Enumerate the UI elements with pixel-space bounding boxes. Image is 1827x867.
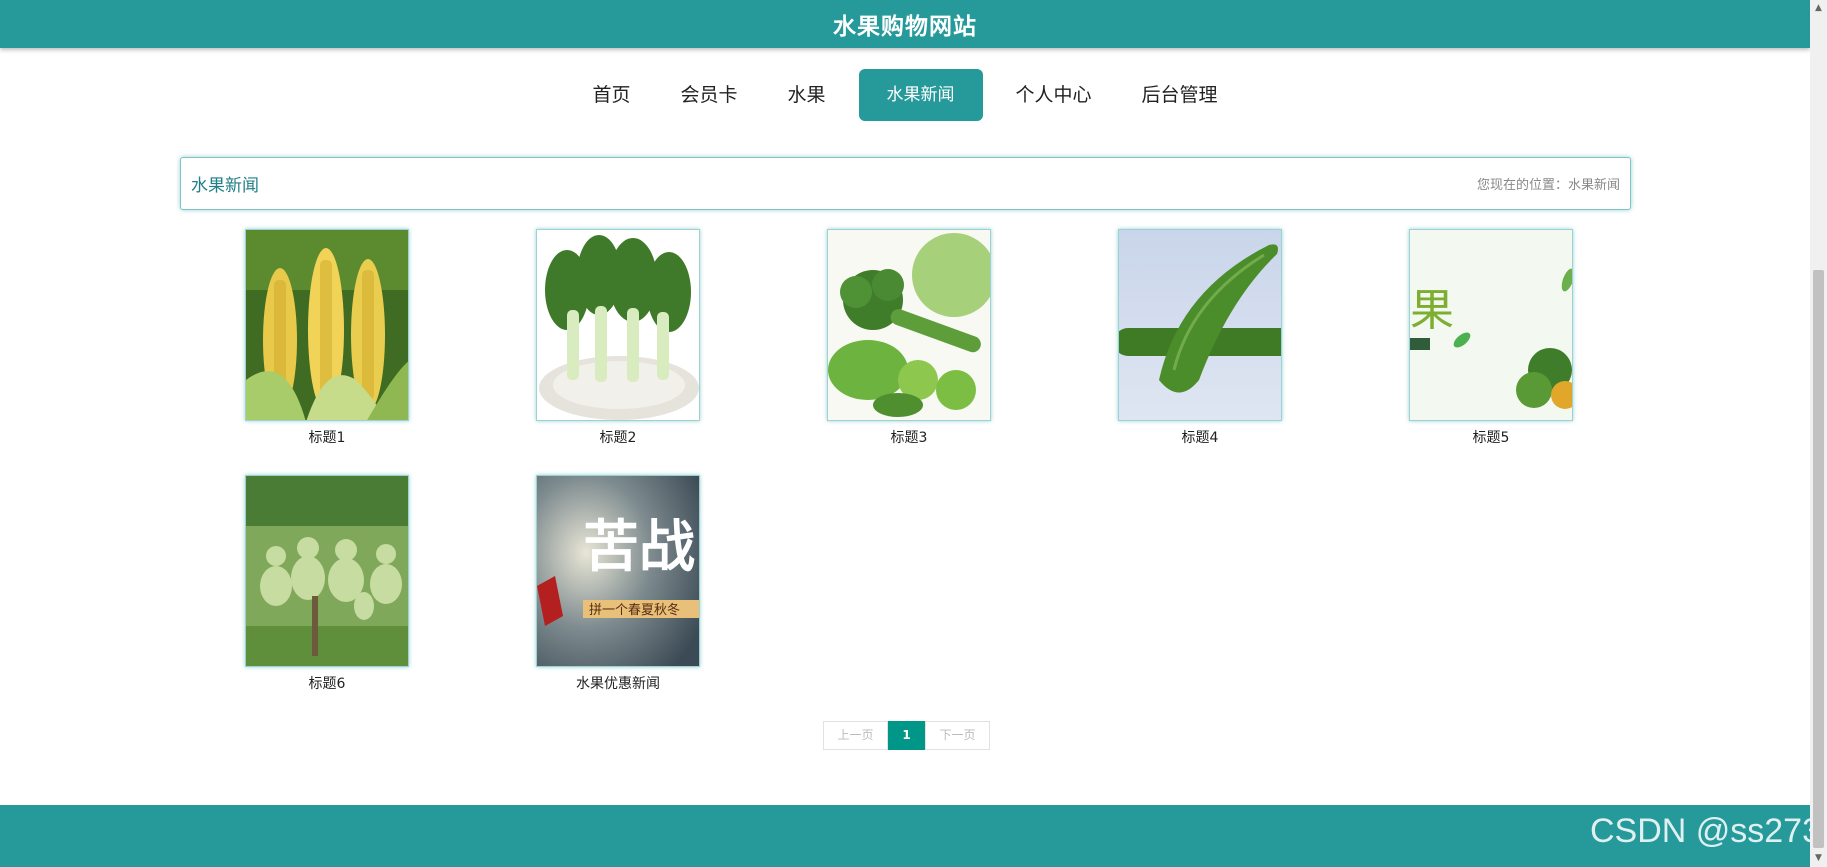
nav-item-fruit-news[interactable]: 水果新闻 (858, 69, 983, 121)
news-caption[interactable]: 标题2 (536, 427, 700, 447)
pagination: 上一页 1 下一页 (823, 721, 990, 750)
section-header: 水果新闻 您现在的位置：水果新闻 (180, 157, 1631, 210)
site-header: 水果购物网站 (0, 0, 1810, 48)
scroll-up-icon[interactable]: ▲ (1810, 0, 1827, 17)
breadcrumb: 您现在的位置：水果新闻 (1476, 178, 1620, 193)
news-caption[interactable]: 水果优惠新闻 (536, 673, 700, 693)
site-title: 水果购物网站 (833, 14, 977, 40)
news-caption[interactable]: 标题6 (245, 673, 409, 693)
news-card[interactable]: 苦战 拼一个春夏秋冬 水果优惠新闻 (536, 475, 700, 693)
nav-item-home[interactable]: 首页 (567, 69, 655, 121)
news-image-green-vegetables[interactable] (827, 229, 991, 421)
page: 水果购物网站 首页 会员卡 水果 水果新闻 个人中心 后台管理 水果新闻 您现在… (0, 0, 1827, 867)
section-title: 水果新闻 (191, 176, 259, 196)
current-page-button[interactable]: 1 (888, 721, 925, 750)
news-caption[interactable]: 标题5 (1409, 427, 1573, 447)
prev-page-button[interactable]: 上一页 (823, 721, 888, 750)
news-caption[interactable]: 标题1 (245, 427, 409, 447)
nav-item-fruit[interactable]: 水果 (762, 69, 850, 121)
news-card[interactable]: 标题3 (827, 229, 991, 447)
site-footer (0, 805, 1810, 867)
news-card[interactable]: 标题1 (245, 229, 409, 447)
news-caption[interactable]: 标题3 (827, 427, 991, 447)
main-nav: 首页 会员卡 水果 水果新闻 个人中心 后台管理 (0, 69, 1810, 121)
next-page-button[interactable]: 下一页 (925, 721, 990, 750)
news-card[interactable]: 标题4 (1118, 229, 1282, 447)
news-image-fruit-banner[interactable]: 果 (1409, 229, 1573, 421)
nav-item-admin[interactable]: 后台管理 (1117, 69, 1243, 121)
news-image-corn[interactable] (245, 229, 409, 421)
nav-item-member-card[interactable]: 会员卡 (655, 69, 762, 121)
promo-subtitle-text: 拼一个春夏秋冬 (589, 602, 680, 618)
news-card[interactable]: 标题2 (536, 229, 700, 447)
news-image-promo-banner[interactable]: 苦战 拼一个春夏秋冬 (536, 475, 700, 667)
watermark: CSDN @ss273 (1589, 812, 1821, 850)
scroll-down-icon[interactable]: ▼ (1810, 850, 1827, 867)
news-caption[interactable]: 标题4 (1118, 427, 1282, 447)
news-image-bok-choy[interactable] (536, 229, 700, 421)
banner-text: 果 (1410, 285, 1454, 336)
news-image-gourds[interactable] (245, 475, 409, 667)
promo-title-text: 苦战 (583, 514, 695, 580)
news-image-cucumber[interactable] (1118, 229, 1282, 421)
scroll-thumb[interactable] (1813, 270, 1824, 848)
news-card[interactable]: 果 标题5 (1409, 229, 1573, 447)
vertical-scrollbar[interactable]: ▲ ▼ (1810, 0, 1827, 867)
news-card[interactable]: 标题6 (245, 475, 409, 693)
nav-item-personal-center[interactable]: 个人中心 (991, 69, 1117, 121)
